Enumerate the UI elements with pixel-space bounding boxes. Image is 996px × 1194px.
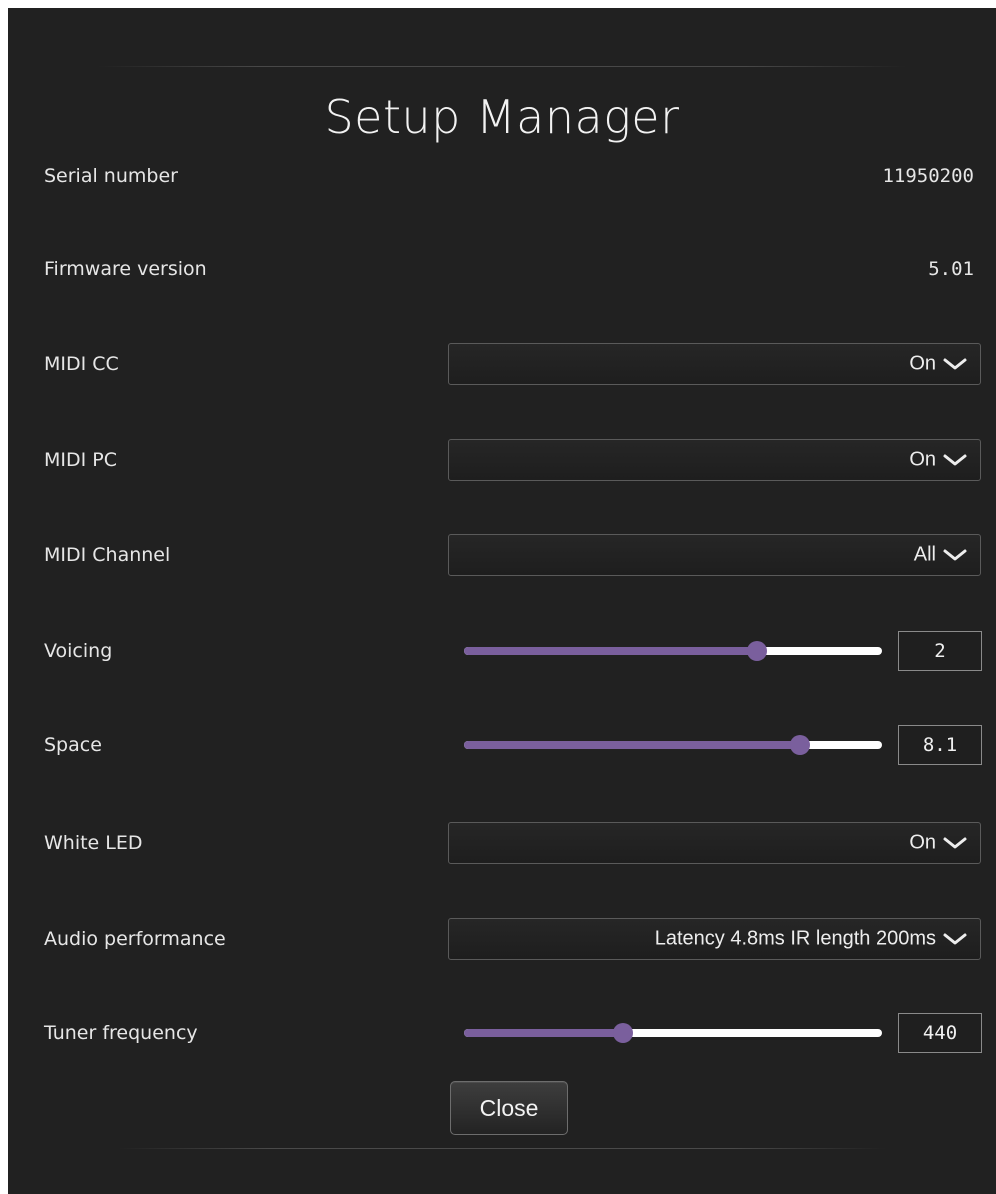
voicing-value-field[interactable]: 2	[898, 631, 982, 671]
midi-pc-label: MIDI PC	[44, 449, 117, 471]
midi-pc-selected-value: On	[909, 448, 936, 471]
firmware-version-label: Firmware version	[44, 258, 207, 280]
white-led-selected-value: On	[909, 831, 936, 854]
row-midi-channel: MIDI Channel All	[8, 530, 996, 580]
midi-channel-dropdown[interactable]: All	[448, 534, 981, 576]
top-divider	[98, 66, 906, 67]
audio-performance-selected-value: Latency 4.8ms IR length 200ms	[654, 927, 936, 950]
row-midi-cc: MIDI CC On	[8, 339, 996, 389]
row-voicing: Voicing 2	[8, 626, 996, 676]
midi-cc-label: MIDI CC	[44, 353, 119, 375]
audio-performance-dropdown[interactable]: Latency 4.8ms IR length 200ms	[448, 918, 981, 960]
row-serial-number: Serial number 11950200	[8, 151, 996, 201]
audio-performance-label: Audio performance	[44, 928, 226, 950]
tuner-frequency-slider[interactable]	[464, 1022, 882, 1044]
tuner-frequency-label: Tuner frequency	[44, 1022, 198, 1044]
firmware-version-value: 5.01	[928, 258, 974, 280]
row-tuner-frequency: Tuner frequency 440	[8, 1008, 996, 1058]
row-white-led: White LED On	[8, 818, 996, 868]
slider-thumb[interactable]	[790, 735, 811, 755]
space-value-field[interactable]: 8.1	[898, 725, 982, 765]
slider-thumb[interactable]	[746, 641, 767, 661]
chevron-down-icon	[943, 933, 967, 945]
midi-channel-selected-value: All	[913, 543, 936, 566]
tuner-frequency-value-field[interactable]: 440	[898, 1013, 982, 1053]
chevron-down-icon	[943, 837, 967, 849]
slider-fill	[464, 1029, 623, 1037]
chevron-down-icon	[943, 549, 967, 561]
white-led-label: White LED	[44, 832, 143, 854]
chevron-down-icon	[943, 358, 967, 370]
space-slider[interactable]	[464, 734, 882, 756]
row-space: Space 8.1	[8, 720, 996, 770]
bottom-divider	[118, 1148, 886, 1149]
midi-cc-dropdown[interactable]: On	[448, 343, 981, 385]
row-firmware-version: Firmware version 5.01	[8, 244, 996, 294]
chevron-down-icon	[943, 454, 967, 466]
row-midi-pc: MIDI PC On	[8, 435, 996, 485]
voicing-slider[interactable]	[464, 640, 882, 662]
slider-thumb[interactable]	[612, 1023, 633, 1043]
setup-manager-dialog: Setup Manager Serial number 11950200 Fir…	[8, 8, 996, 1194]
slider-fill	[464, 647, 757, 655]
close-button[interactable]: Close	[450, 1081, 568, 1135]
row-audio-performance: Audio performance Latency 4.8ms IR lengt…	[8, 914, 996, 964]
midi-pc-dropdown[interactable]: On	[448, 439, 981, 481]
voicing-label: Voicing	[44, 640, 113, 662]
serial-number-value: 11950200	[882, 165, 974, 187]
dialog-title: Setup Manager	[324, 90, 680, 144]
midi-cc-selected-value: On	[909, 352, 936, 375]
serial-number-label: Serial number	[44, 165, 178, 187]
space-label: Space	[44, 734, 102, 756]
midi-channel-label: MIDI Channel	[44, 544, 171, 566]
slider-fill	[464, 741, 801, 749]
white-led-dropdown[interactable]: On	[448, 822, 981, 864]
